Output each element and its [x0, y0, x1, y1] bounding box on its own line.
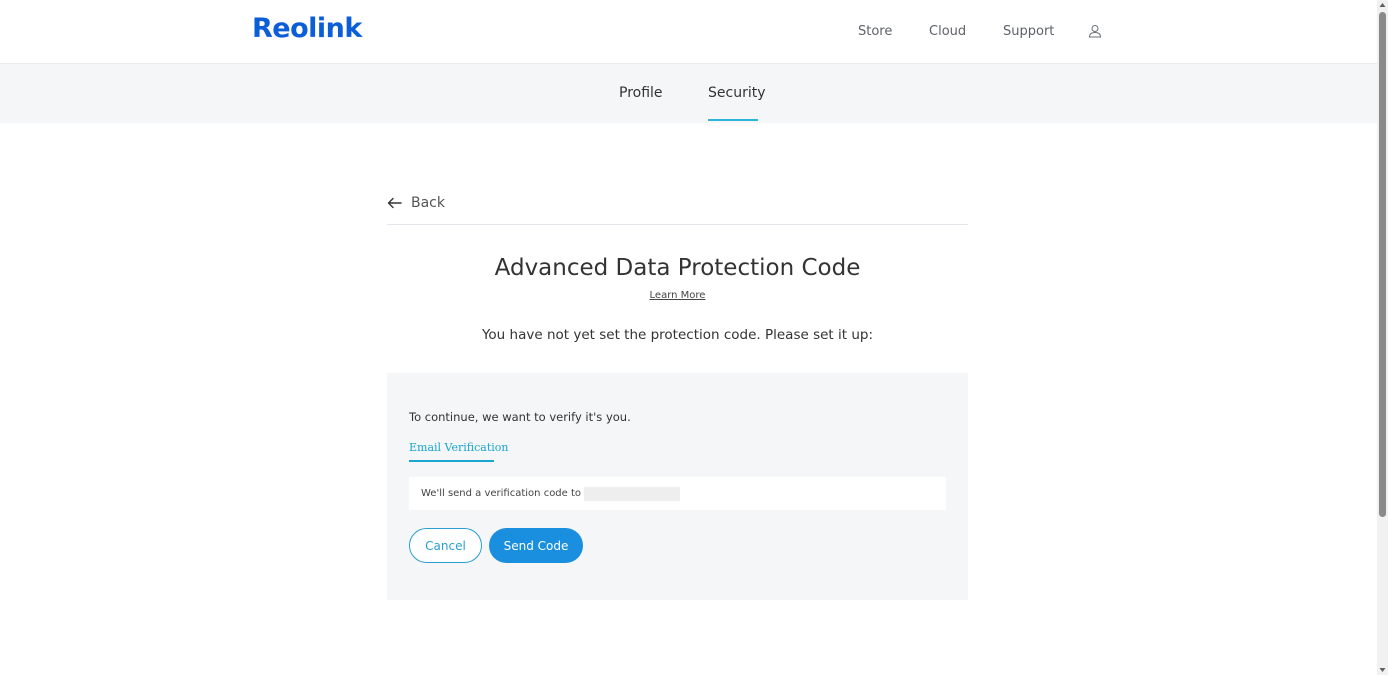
- page: Reolink Store Cloud Support Profile Secu…: [0, 0, 1388, 675]
- email-info-box: We'll send a verification code to: [409, 477, 946, 510]
- learn-more-link[interactable]: Learn More: [650, 290, 706, 301]
- nav-cloud-link[interactable]: Cloud: [929, 24, 966, 39]
- learn-more-container: Learn More: [387, 290, 968, 301]
- cancel-button[interactable]: Cancel: [409, 528, 482, 563]
- account-tabs: Profile Security: [0, 64, 1377, 123]
- email-verification-tab-indicator: [409, 460, 494, 462]
- nav-support-link[interactable]: Support: [1003, 24, 1054, 39]
- active-tab-indicator: [708, 119, 758, 121]
- arrow-left-icon: [387, 197, 402, 209]
- page-title: Advanced Data Protection Code: [494, 255, 861, 281]
- nav-store-link[interactable]: Store: [858, 24, 892, 39]
- verify-intro-text: To continue, we want to verify it's you.: [409, 410, 631, 424]
- user-icon[interactable]: [1088, 24, 1102, 38]
- back-label: Back: [411, 195, 445, 211]
- setup-message: You have not yet set the protection code…: [481, 327, 874, 343]
- email-send-text: We'll send a verification code to: [421, 488, 582, 499]
- tab-email-verification[interactable]: Email Verification: [409, 441, 508, 454]
- divider: [387, 224, 968, 225]
- top-navigation-bar: Reolink Store Cloud Support: [0, 0, 1377, 64]
- scrollbar-thumb[interactable]: [1379, 12, 1386, 517]
- masked-email: [584, 486, 681, 501]
- tab-profile[interactable]: Profile: [619, 85, 663, 101]
- scroll-up-icon[interactable]: [1379, 2, 1386, 8]
- verification-card: To continue, we want to verify it's you.…: [387, 373, 968, 600]
- send-code-button[interactable]: Send Code: [489, 528, 583, 563]
- back-link[interactable]: Back: [387, 195, 445, 211]
- scroll-down-icon[interactable]: [1379, 667, 1386, 673]
- tab-security[interactable]: Security: [708, 85, 766, 101]
- reolink-logo[interactable]: Reolink: [252, 13, 362, 44]
- vertical-scrollbar[interactable]: [1377, 0, 1388, 675]
